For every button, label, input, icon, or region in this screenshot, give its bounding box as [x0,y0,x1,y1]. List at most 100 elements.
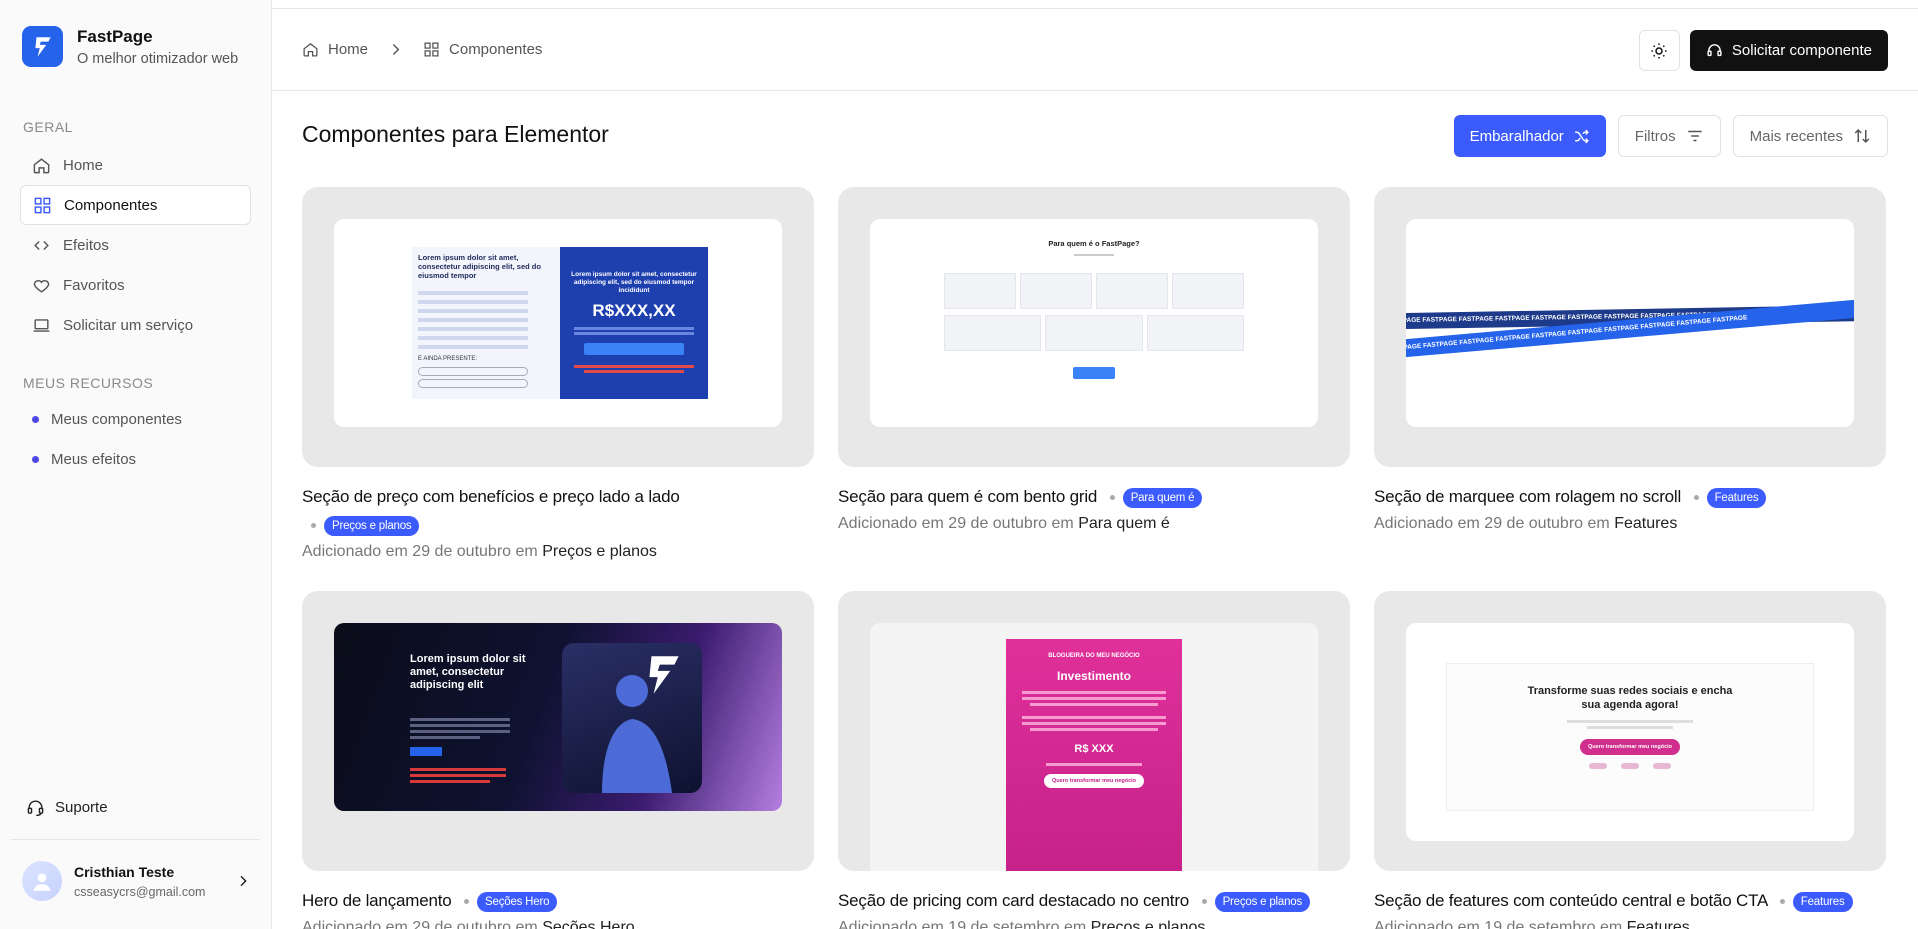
sort-button[interactable]: Mais recentes [1732,115,1888,157]
lightning-logo-icon [649,656,679,694]
card-title[interactable]: Seção para quem é com bento grid [838,487,1097,506]
brand[interactable]: FastPage O melhor otimizador web [0,0,271,67]
category-badge[interactable]: Para quem é [1122,487,1203,508]
meta-prefix: Adicionado em [302,919,408,929]
component-card[interactable]: FASTPAGE FASTPAGE FASTPAGE FASTPAGE FAST… [1374,187,1886,533]
card-category[interactable]: Seções Hero [542,919,635,929]
sidebar-item-componentes[interactable]: Componentes [20,185,251,225]
preview-extra-label: E AINDA PRESENTE: [418,356,478,362]
category-badge[interactable]: Preços e planos [1214,891,1311,912]
preview-heading: Lorem ipsum dolor sit amet, consectetur … [418,253,541,280]
component-card[interactable]: Lorem ipsum dolor sit amet, consectetur … [302,591,814,929]
meta-prefix: Adicionado em [1374,919,1480,929]
page-header: Componentes para Elementor Embaralhador … [272,91,1918,186]
card-title[interactable]: Seção de marquee com rolagem no scroll [1374,487,1681,506]
heart-icon [33,279,50,293]
sidebar-item-solicitar[interactable]: Solicitar um serviço [20,305,251,345]
sidebar-item-favoritos[interactable]: Favoritos [20,265,251,305]
filter-icon [1687,130,1702,142]
card-thumbnail[interactable]: Lorem ipsum dolor sit amet, consectetur … [302,187,814,467]
card-category[interactable]: Preços e planos [542,543,657,560]
sidebar-item-meus-componentes[interactable]: Meus componentes [20,399,251,439]
sort-label: Mais recentes [1749,127,1843,145]
headset-icon [1707,44,1722,57]
component-card[interactable]: Para quem é o FastPage? Seção para quem … [838,187,1350,533]
preview-features-cta: Transforme suas redes sociais e encha su… [1406,623,1854,841]
category-badge[interactable]: Features [1706,487,1767,508]
category-badge[interactable]: Preços e planos [324,515,420,536]
separator-dot [1109,495,1115,501]
card-category[interactable]: Features [1627,919,1690,929]
request-component-label: Solicitar componente [1731,42,1872,59]
card-title[interactable]: Hero de lançamento [302,891,452,910]
sidebar-item-label: Componentes [64,196,158,214]
preview-heading: Investimento [1056,669,1131,683]
sidebar-divider [11,839,260,840]
card-meta: Adicionado em 29 de outubro em Para quem… [838,515,1350,533]
sidebar-item-label: Solicitar um serviço [63,316,194,334]
chevron-right-icon [392,44,400,55]
card-title[interactable]: Seção de pricing com card destacado no c… [838,891,1189,910]
sidebar-item-label: Favoritos [63,276,125,294]
breadcrumb: Home Componentes [302,41,542,58]
sidebar-item-label: Meus efeitos [51,450,137,468]
card-meta: Adicionado em 29 de outubro em Preços e … [302,543,814,561]
section-label-resources: MEUS RECURSOS [23,375,154,391]
sidebar-item-label: Home [63,156,104,174]
brand-logo-icon [22,26,63,67]
bullet-icon [32,415,39,423]
card-meta: Adicionado em 29 de outubro em Seções He… [302,919,814,929]
card-thumbnail[interactable]: Para quem é o FastPage? [838,187,1350,467]
breadcrumb-home[interactable]: Home [328,41,368,58]
card-title[interactable]: Seção de features com conteúdo central e… [1374,891,1767,910]
preview-bento-grid: Para quem é o FastPage? [870,219,1318,427]
theme-toggle-button[interactable] [1638,30,1680,71]
filters-label: Filtros [1634,127,1676,145]
home-icon [33,157,50,173]
card-meta: Adicionado em 19 de setembro em Preços e… [838,919,1350,929]
filters-button[interactable]: Filtros [1617,115,1721,157]
shuffle-button[interactable]: Embaralhador [1453,115,1606,157]
user-menu[interactable]: Cristhian Teste csseasycrs@gmail.com [22,861,251,901]
card-thumbnail[interactable]: Transforme suas redes sociais e encha su… [1374,591,1886,871]
page-title: Componentes para Elementor [302,121,609,147]
card-category[interactable]: Preços e planos [1091,919,1206,929]
brand-name: FastPage [77,26,153,46]
card-thumbnail[interactable]: BLOGUEIRA DO MEU NEGÓCIO Investimento R$… [838,591,1350,871]
sidebar-item-label: Efeitos [63,236,109,254]
component-card[interactable]: Transforme suas redes sociais e encha su… [1374,591,1886,929]
sort-icon [1854,128,1870,144]
card-category[interactable]: Para quem é [1078,515,1170,532]
category-badge[interactable]: Seções Hero [477,891,558,912]
card-date: 29 de outubro [1484,515,1584,532]
separator-dot [464,899,470,905]
separator-dot [1779,899,1785,905]
request-component-button[interactable]: Solicitar componente [1689,30,1888,71]
sidebar-item-meus-efeitos[interactable]: Meus efeitos [20,439,251,479]
user-email: csseasycrs@gmail.com [74,884,206,899]
topbar: Home Componentes Solicitar componente [272,9,1918,91]
laptop-icon [33,318,50,332]
card-title[interactable]: Seção de preço com benefícios e preço la… [302,487,680,506]
sidebar: FastPage O melhor otimizador web GERAL H… [0,0,272,929]
code-icon [34,240,49,250]
support-link[interactable]: Suporte [20,790,114,824]
preview-pricing-benefits: Lorem ipsum dolor sit amet, consectetur … [334,219,782,427]
sidebar-item-efeitos[interactable]: Efeitos [20,225,251,265]
card-category[interactable]: Features [1614,515,1677,532]
card-thumbnail[interactable]: Lorem ipsum dolor sit amet, consectetur … [302,591,814,871]
preview-heading: Para quem é o FastPage? [1048,239,1140,248]
component-card[interactable]: BLOGUEIRA DO MEU NEGÓCIO Investimento R$… [838,591,1350,929]
card-meta: Adicionado em 29 de outubro em Features [1374,515,1886,533]
preview-marquee: FASTPAGE FASTPAGE FASTPAGE FASTPAGE FAST… [1406,219,1854,427]
card-date: 29 de outubro [412,543,512,560]
card-date: 19 de setembro [948,919,1060,929]
sidebar-item-home[interactable]: Home [20,145,251,185]
card-thumbnail[interactable]: FASTPAGE FASTPAGE FASTPAGE FASTPAGE FAST… [1374,187,1886,467]
meta-prefix: Adicionado em [1374,515,1480,532]
component-card[interactable]: Lorem ipsum dolor sit amet, consectetur … [302,187,814,561]
meta-prefix: Adicionado em [838,919,944,929]
section-label-general: GERAL [23,119,73,135]
category-badge[interactable]: Features [1792,891,1853,912]
grid-icon [424,42,439,57]
